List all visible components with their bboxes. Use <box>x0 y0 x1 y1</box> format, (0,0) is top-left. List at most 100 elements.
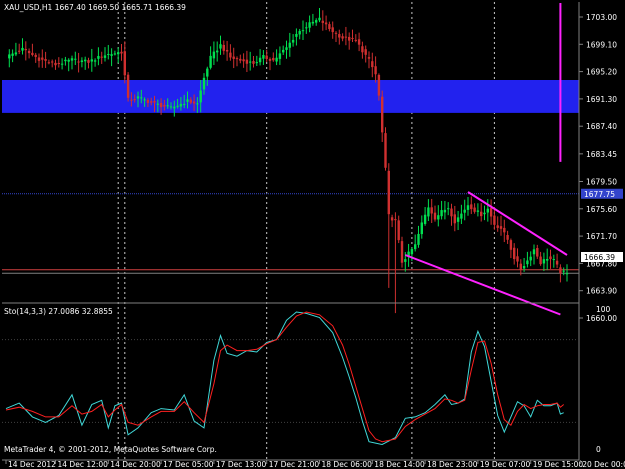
time-label[interactable]: 14 Dec 20:00 <box>110 460 161 469</box>
candle-bear <box>344 36 348 38</box>
candle-bear <box>242 59 245 62</box>
candle-bull <box>262 55 265 59</box>
candle-bear <box>235 58 239 60</box>
time-label[interactable]: 17 Dec 05:00 <box>163 460 214 469</box>
price-tick-label: 1675.60 <box>586 205 617 214</box>
time-label[interactable]: 14 Dec 2012 <box>8 460 56 469</box>
candle-bull <box>93 60 97 62</box>
price-tick-label: 1679.50 <box>586 178 617 187</box>
metatrader-chart-window[interactable]: 1703.00 1699.10 1695.20 1691.30 1687.40 1683.… <box>0 0 625 469</box>
candle-bull <box>179 103 183 107</box>
candle-bear <box>126 74 130 98</box>
candle-bear <box>377 74 381 96</box>
candle-bear <box>509 240 513 250</box>
candle-bull <box>156 103 159 105</box>
candle-bull <box>546 259 549 261</box>
candle-bull <box>443 209 447 213</box>
time-label[interactable]: 18 Dec 23:00 <box>427 460 478 469</box>
candle-bear <box>123 51 126 76</box>
candle-bull <box>84 59 87 62</box>
candle-bear <box>536 247 539 257</box>
candle-bear <box>51 61 54 63</box>
price-tick-label: 1683.45 <box>586 150 617 159</box>
time-label[interactable]: 18 Dec 14:00 <box>374 460 425 469</box>
candle-bull <box>447 208 450 210</box>
candle-bear <box>397 220 400 241</box>
candle-bull <box>562 270 565 272</box>
candle-bull <box>212 51 216 59</box>
candle-bull <box>463 209 466 213</box>
time-label[interactable]: 14 Dec 12:00 <box>58 460 109 469</box>
candle-bull <box>427 207 430 217</box>
candle-bear <box>133 99 136 101</box>
candle-bull <box>67 59 70 62</box>
candle-bull <box>278 53 282 59</box>
candle-bull <box>183 104 186 106</box>
candle-bear <box>54 62 57 66</box>
price-tick-label: 1663.90 <box>586 287 617 296</box>
candle-bear <box>338 34 341 38</box>
time-label[interactable]: 20 Dec 00:00 <box>582 460 625 469</box>
stochastic-scale-top: 100 <box>596 305 611 314</box>
candle-bull <box>542 259 546 264</box>
candle-bear <box>381 96 384 133</box>
candle-bear <box>361 46 364 53</box>
candle-bull <box>117 52 120 55</box>
time-label[interactable]: 18 Dec 06:00 <box>322 460 373 469</box>
price-tick-label: 1695.20 <box>586 68 617 77</box>
candle-bear <box>394 219 397 221</box>
candle-bull <box>199 90 202 103</box>
candle-bull <box>176 105 179 107</box>
candle-bear <box>549 256 552 260</box>
candle-bull <box>282 49 285 53</box>
time-axis-labels[interactable]: 14 Dec 2012 14 Dec 12:00 14 Dec 20:00 17 De… <box>5 460 625 469</box>
time-label[interactable]: 17 Dec 13:00 <box>216 460 267 469</box>
symbol-timeframe: XAU_USD,H1 <box>4 3 53 12</box>
candle-bull <box>486 208 489 213</box>
candle-bear <box>163 104 166 107</box>
candle-bear <box>496 225 499 228</box>
candle-bull <box>80 60 84 62</box>
candle-bear <box>31 52 34 55</box>
candle-bull <box>315 20 318 23</box>
candle-bear <box>430 207 433 214</box>
candle-bear <box>41 57 44 60</box>
candle-bear <box>245 59 249 64</box>
candle-bull <box>522 266 526 269</box>
candle-bull <box>14 52 18 55</box>
candle-bull <box>70 58 74 61</box>
candle-bull <box>532 249 536 255</box>
time-label[interactable]: 19 Dec 07:00 <box>480 460 531 469</box>
candle-bull <box>60 63 64 65</box>
candle-bull <box>206 68 209 77</box>
time-label[interactable]: 19 Dec 15:00 <box>533 460 584 469</box>
candle-bear <box>328 24 331 30</box>
candle-bull <box>8 54 11 59</box>
candle-bear <box>153 100 156 103</box>
candle-bear <box>18 50 21 52</box>
candle-bear <box>27 50 31 54</box>
candle-bear <box>24 48 27 51</box>
candle-bear <box>120 51 123 54</box>
svg-text:1666.39: 1666.39 <box>584 253 615 262</box>
candle-bear <box>499 226 503 229</box>
candle-bull <box>275 57 278 62</box>
candle-bear <box>239 58 242 61</box>
candle-bear <box>57 62 60 64</box>
candle-bear <box>387 170 390 215</box>
candle-bull <box>565 273 569 275</box>
time-label[interactable]: 17 Dec 21:00 <box>269 460 320 469</box>
candle-bull <box>202 77 206 90</box>
candle-bull <box>186 99 189 102</box>
resistance-zone <box>2 80 579 113</box>
candle-bear <box>37 57 41 61</box>
candle-bull <box>136 96 140 99</box>
candle-bull <box>305 27 308 29</box>
candle-bull <box>143 99 146 101</box>
candle-bull <box>113 53 117 55</box>
candle-bull <box>74 58 77 60</box>
candle-bear <box>44 59 47 61</box>
current-price-label: 1666.39 <box>581 252 623 262</box>
candle-bear <box>351 37 354 39</box>
candle-bear <box>367 57 371 59</box>
